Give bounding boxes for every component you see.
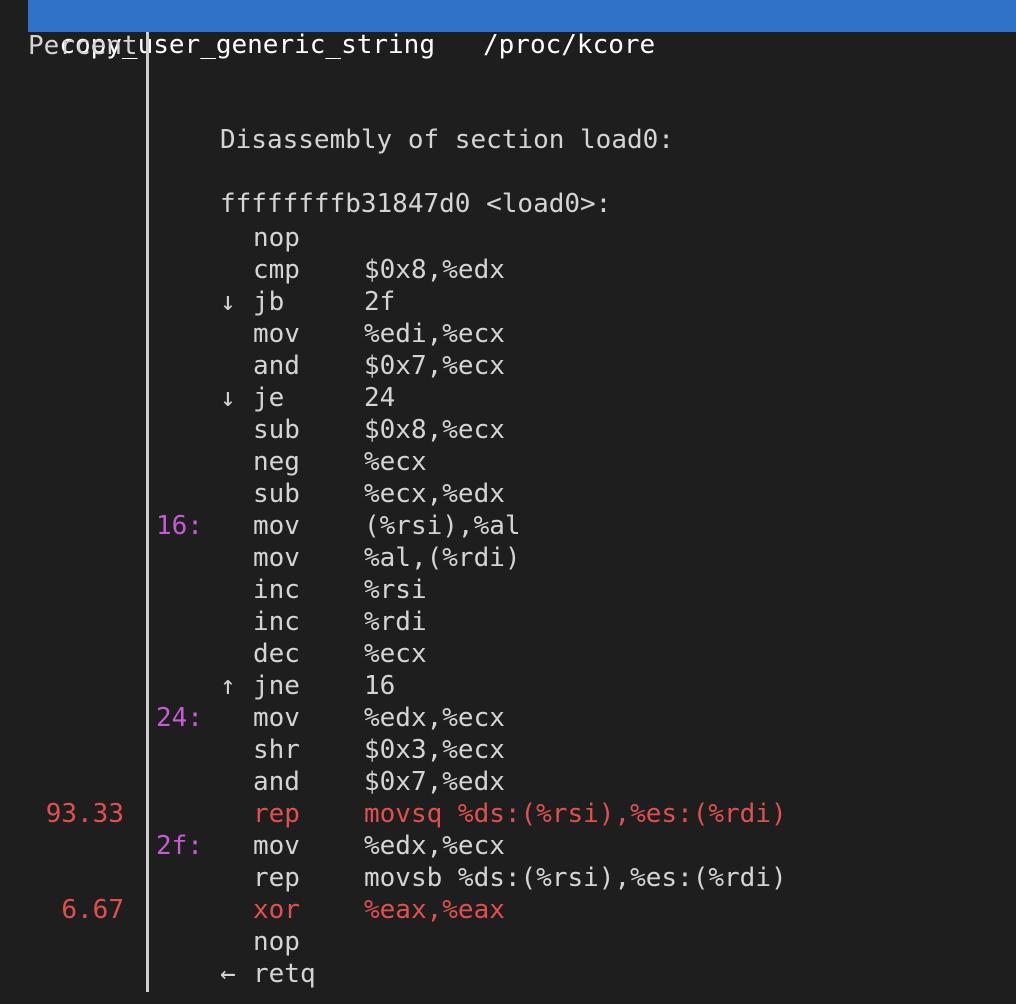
operands: $0x8,%edx (364, 255, 505, 285)
function-header: ffffffffb31847d0 <load0>: (220, 189, 612, 219)
instruction-row[interactable]: 24: mov %edx,%ecx (0, 702, 1016, 734)
operands: 24 (364, 383, 396, 413)
instruction-row[interactable]: mov %al,(%rdi) (0, 542, 1016, 574)
operands: %ecx (364, 639, 427, 669)
mnemonic: sub (253, 479, 300, 509)
percent-value: 6.67 (61, 895, 124, 925)
instruction-row[interactable]: inc %rdi (0, 606, 1016, 638)
instruction-row[interactable]: and $0x7,%ecx (0, 350, 1016, 382)
mnemonic: cmp (253, 255, 300, 285)
operands: $0x7,%edx (364, 767, 505, 797)
mnemonic: xor (253, 895, 300, 925)
dso-name: /proc/kcore (483, 30, 656, 60)
mnemonic: mov (253, 511, 300, 541)
instruction-row[interactable]: nop (0, 222, 1016, 254)
operands: %rsi (364, 575, 427, 605)
mnemonic: inc (253, 607, 300, 637)
operands: 2f (364, 287, 396, 317)
mnemonic: nop (253, 223, 300, 253)
mnemonic: and (253, 767, 300, 797)
instruction-row[interactable]: inc %rsi (0, 574, 1016, 606)
mnemonic: and (253, 351, 300, 381)
percent-value: 93.33 (45, 799, 124, 829)
title-bar: copy_user_generic_string/proc/kcore (28, 0, 1016, 60)
operands: %ecx,%edx (364, 479, 505, 509)
jump-arrow-icon: ↑ (220, 671, 236, 701)
operands: %edi,%ecx (364, 319, 505, 349)
mnemonic: nop (253, 927, 300, 957)
instruction-row[interactable]: ← retq (0, 958, 1016, 990)
jump-label: 2f: (156, 831, 203, 861)
percent-column-header: Percent (28, 31, 138, 61)
instruction-row[interactable]: ↓ jb 2f (0, 286, 1016, 318)
disassembly-listing: nop cmp $0x8,%edx ↓ jb 2f mov %edi,%ecx and $0x7,… (0, 222, 1016, 990)
operands: %rdi (364, 607, 427, 637)
jump-arrow-icon: ↓ (220, 383, 236, 413)
instruction-row[interactable]: 93.33 rep movsq %ds:(%rsi),%es:(%rdi) (0, 798, 1016, 830)
operands: movsb %ds:(%rsi),%es:(%rdi) (364, 863, 787, 893)
mnemonic: sub (253, 415, 300, 445)
instruction-row[interactable]: and $0x7,%edx (0, 766, 1016, 798)
instruction-row[interactable]: dec %ecx (0, 638, 1016, 670)
mnemonic: mov (253, 831, 300, 861)
mnemonic: shr (253, 735, 300, 765)
instruction-row[interactable]: ↑ jne 16 (0, 670, 1016, 702)
mnemonic: jb (253, 287, 285, 317)
instruction-row[interactable]: cmp $0x8,%edx (0, 254, 1016, 286)
instruction-row[interactable]: sub %ecx,%edx (0, 478, 1016, 510)
instruction-row[interactable]: neg %ecx (0, 446, 1016, 478)
mnemonic: neg (253, 447, 300, 477)
operands: $0x7,%ecx (364, 351, 505, 381)
mnemonic: mov (253, 703, 300, 733)
operands: $0x8,%ecx (364, 415, 505, 445)
mnemonic: mov (253, 319, 300, 349)
instruction-row[interactable]: ↓ je 24 (0, 382, 1016, 414)
instruction-row[interactable]: 6.67 xor %eax,%eax (0, 894, 1016, 926)
operands: %ecx (364, 447, 427, 477)
section-title: Disassembly of section load0: (220, 125, 674, 155)
operands: %eax,%eax (364, 895, 505, 925)
mnemonic: dec (253, 639, 300, 669)
operands: $0x3,%ecx (364, 735, 505, 765)
instruction-row[interactable]: 16: mov (%rsi),%al (0, 510, 1016, 542)
operands: movsq %ds:(%rsi),%es:(%rdi) (364, 799, 787, 829)
operands: %al,(%rdi) (364, 543, 521, 573)
instruction-row[interactable]: mov %edi,%ecx (0, 318, 1016, 350)
operands: (%rsi),%al (364, 511, 521, 541)
jump-label: 16: (156, 511, 203, 541)
jump-arrow-icon: ← (220, 959, 236, 989)
mnemonic: je (253, 383, 285, 413)
instruction-row[interactable]: sub $0x8,%ecx (0, 414, 1016, 446)
mnemonic: inc (253, 575, 300, 605)
instruction-row[interactable]: shr $0x3,%ecx (0, 734, 1016, 766)
instruction-row[interactable]: nop (0, 926, 1016, 958)
mnemonic: jne (253, 671, 300, 701)
operands: 16 (364, 671, 396, 701)
mnemonic: rep (253, 799, 300, 829)
operands: %edx,%ecx (364, 703, 505, 733)
operands: %edx,%ecx (364, 831, 505, 861)
mnemonic: mov (253, 543, 300, 573)
jump-label: 24: (156, 703, 203, 733)
mnemonic: rep (253, 863, 300, 893)
instruction-row[interactable]: rep movsb %ds:(%rsi),%es:(%rdi) (0, 862, 1016, 894)
jump-arrow-icon: ↓ (220, 287, 236, 317)
instruction-row[interactable]: 2f: mov %edx,%ecx (0, 830, 1016, 862)
mnemonic: retq (253, 959, 316, 989)
